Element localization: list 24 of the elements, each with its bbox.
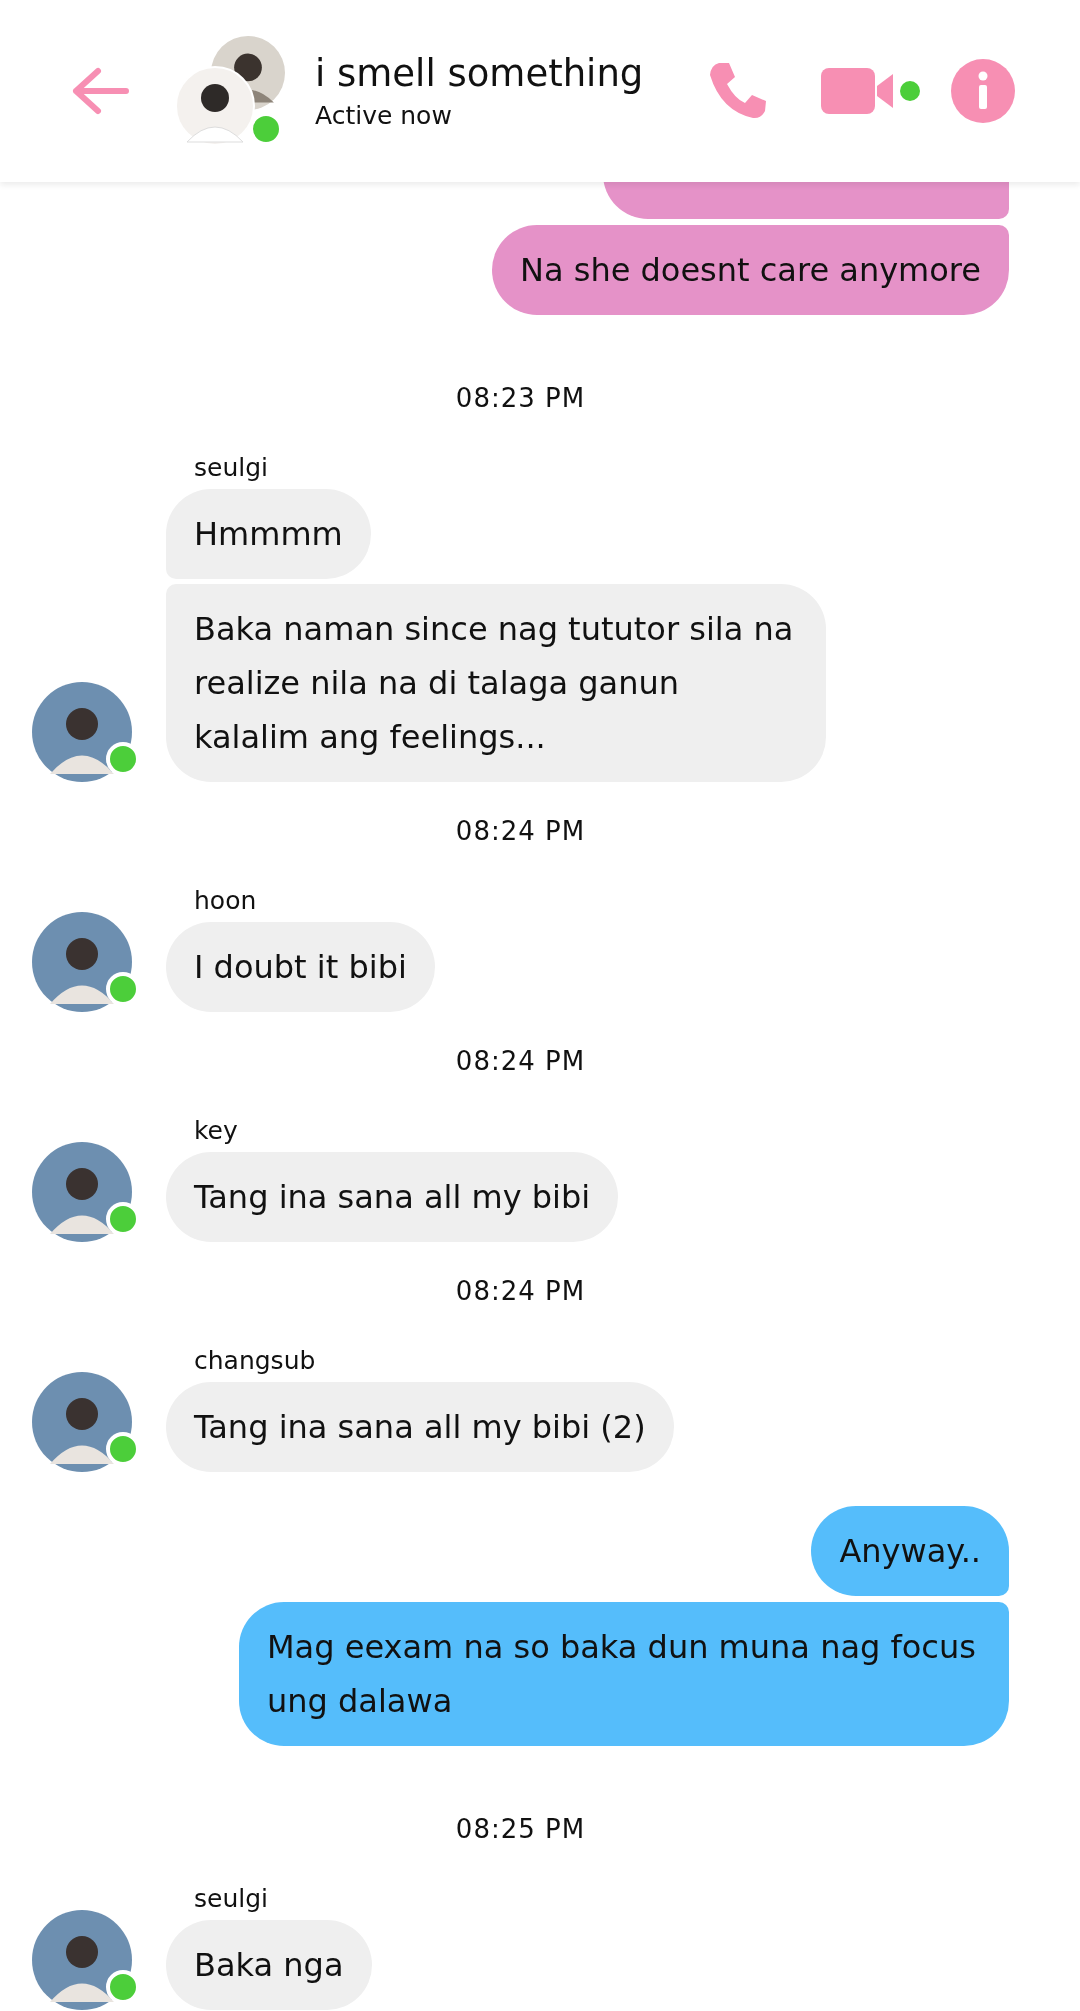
message-bubble: Baka naman since nag tututor sila na realize nila na di talaga ganun kalalim ang feelings...	[166, 584, 826, 782]
message-bubble: Na she doesnt care anymore	[492, 225, 1009, 315]
message-bubble: Tang ina sana all my bibi	[166, 1152, 619, 1242]
message-bubble: I doubt it bibi	[166, 922, 435, 1012]
sender-name: seulgi	[194, 1884, 268, 1913]
chat-title: i smell something	[315, 52, 645, 95]
timestamp: 08:23 PM	[454, 383, 587, 413]
message-bubble: Mag eexam na so baka dun muna nag focus ung dalawa	[239, 1602, 1009, 1746]
active-status: Active now	[315, 101, 453, 130]
sender-name: hoon	[194, 886, 257, 915]
video-camera-icon[interactable]	[821, 66, 921, 116]
message-bubble: Baka nga	[166, 1920, 372, 2010]
sender-name: changsub	[194, 1346, 316, 1375]
sender-name: seulgi	[194, 453, 268, 482]
sender-name: key	[194, 1116, 238, 1145]
timestamp: 08:24 PM	[454, 816, 587, 846]
timestamp: 08:25 PM	[454, 1814, 587, 1844]
info-icon[interactable]	[951, 59, 1015, 123]
timestamp: 08:24 PM	[454, 1276, 587, 1306]
back-arrow-icon[interactable]	[70, 66, 130, 116]
message-bubble: Anyway..	[811, 1506, 1009, 1596]
message-bubble: Hmmmm	[166, 489, 371, 579]
timestamp: 08:24 PM	[454, 1046, 587, 1076]
message-bubble: Tang ina sana all my bibi (2)	[166, 1382, 674, 1472]
